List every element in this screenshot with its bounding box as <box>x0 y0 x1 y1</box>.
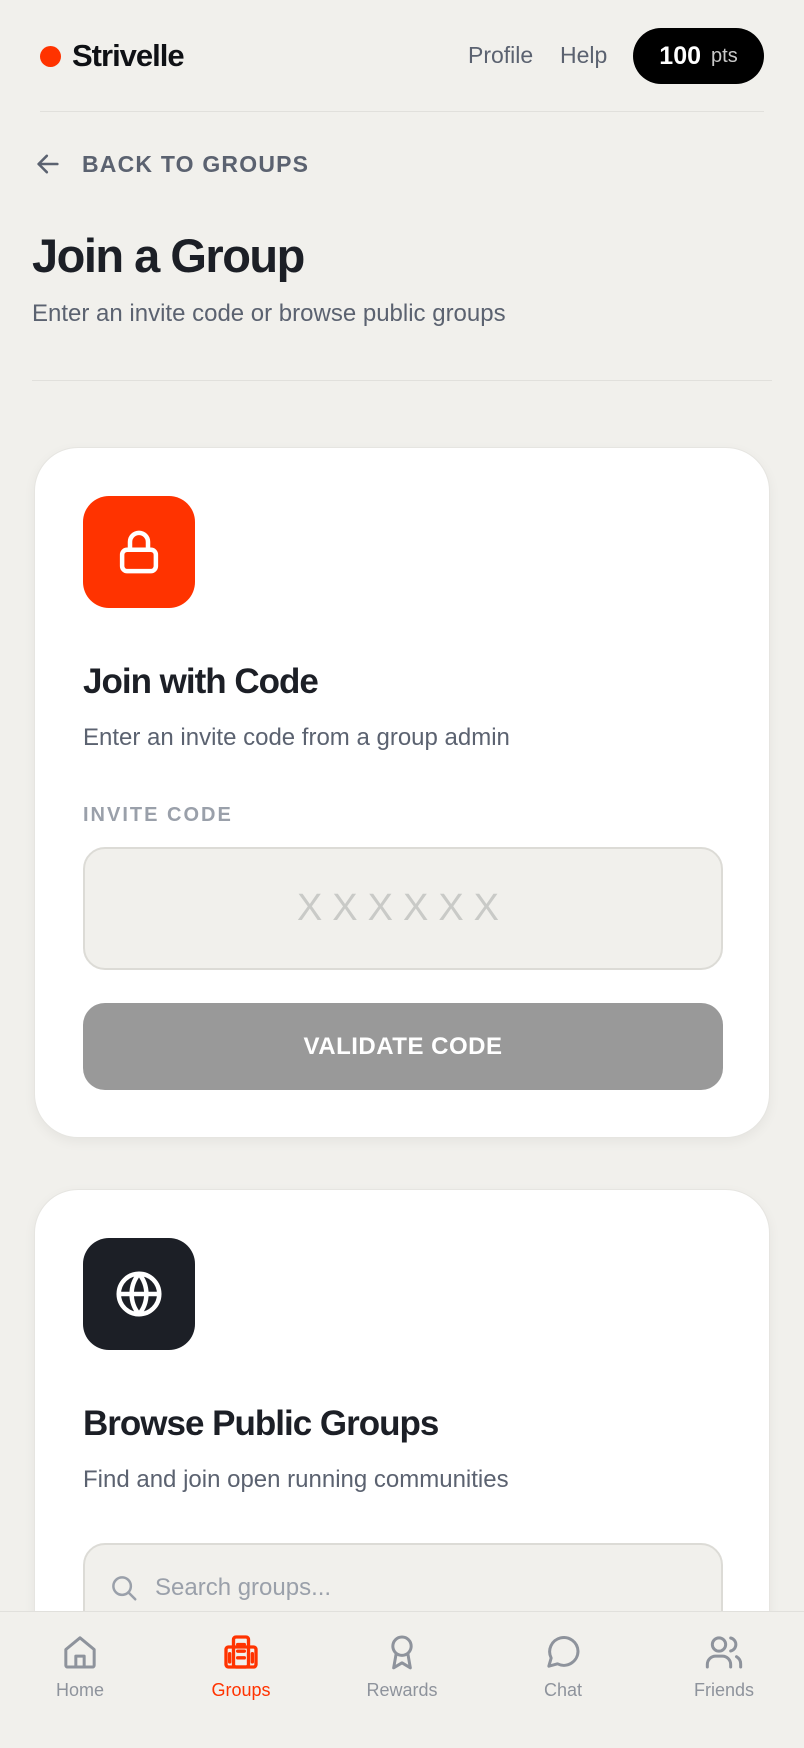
invite-code-input[interactable] <box>83 847 723 970</box>
join-group-page: Strivelle Profile Help 100 pts BACK TO G… <box>0 0 804 1748</box>
browse-subtitle: Find and join open running communities <box>83 1466 509 1493</box>
nav-label-rewards: Rewards <box>366 1680 438 1700</box>
browse-title: Browse Public Groups <box>83 1404 439 1443</box>
nav-label-groups: Groups <box>211 1680 271 1700</box>
header-divider <box>40 111 764 112</box>
brand-logo[interactable]: Strivelle <box>40 36 185 76</box>
group-search-input[interactable] <box>155 1574 721 1602</box>
page-subtitle: Enter an invite code or browse public gr… <box>32 300 506 327</box>
home-icon <box>64 1636 96 1669</box>
bottom-navigation: Home Groups Rewards Chat Friends <box>0 1611 804 1748</box>
search-icon <box>112 1576 137 1601</box>
points-value: 100 <box>659 41 702 70</box>
nav-link-profile[interactable]: Profile <box>468 42 533 69</box>
nav-label-friends: Friends <box>693 1680 755 1700</box>
points-badge[interactable]: 100 pts <box>633 28 764 84</box>
globe-icon-tile <box>83 1238 195 1350</box>
back-to-groups-link[interactable]: BACK TO GROUPS <box>34 146 309 182</box>
back-label: BACK TO GROUPS <box>82 150 310 177</box>
top-header: Strivelle Profile Help 100 pts <box>0 0 804 112</box>
invite-code-label: INVITE CODE <box>83 804 233 826</box>
lock-icon-tile <box>83 496 195 608</box>
nav-item-chat[interactable]: Chat <box>503 1632 623 1701</box>
nav-item-groups[interactable]: Groups <box>181 1632 301 1701</box>
groups-icon <box>224 1635 258 1669</box>
nav-link-help[interactable]: Help <box>560 42 607 69</box>
join-code-subtitle: Enter an invite code from a group admin <box>83 724 510 751</box>
join-code-title: Join with Code <box>83 662 319 701</box>
nav-label-chat: Chat <box>543 1680 583 1700</box>
page-title: Join a Group <box>32 229 305 282</box>
nav-item-home[interactable]: Home <box>20 1632 140 1701</box>
nav-item-friends[interactable]: Friends <box>664 1632 784 1701</box>
globe-icon <box>116 1271 162 1317</box>
nav-item-rewards[interactable]: Rewards <box>342 1632 462 1701</box>
brand-dot-icon <box>40 45 61 67</box>
chat-icon <box>547 1636 580 1668</box>
validate-code-button[interactable]: VALIDATE CODE <box>83 1003 723 1090</box>
award-icon <box>391 1635 413 1670</box>
points-unit: pts <box>711 44 738 67</box>
title-divider <box>32 380 772 381</box>
lock-icon <box>119 530 159 574</box>
arrow-left-icon <box>37 154 59 174</box>
join-with-code-card: Join with Code Enter an invite code from… <box>34 447 770 1138</box>
nav-label-home: Home <box>55 1680 104 1700</box>
brand-name: Strivelle <box>72 38 185 73</box>
friends-icon <box>705 1636 743 1669</box>
